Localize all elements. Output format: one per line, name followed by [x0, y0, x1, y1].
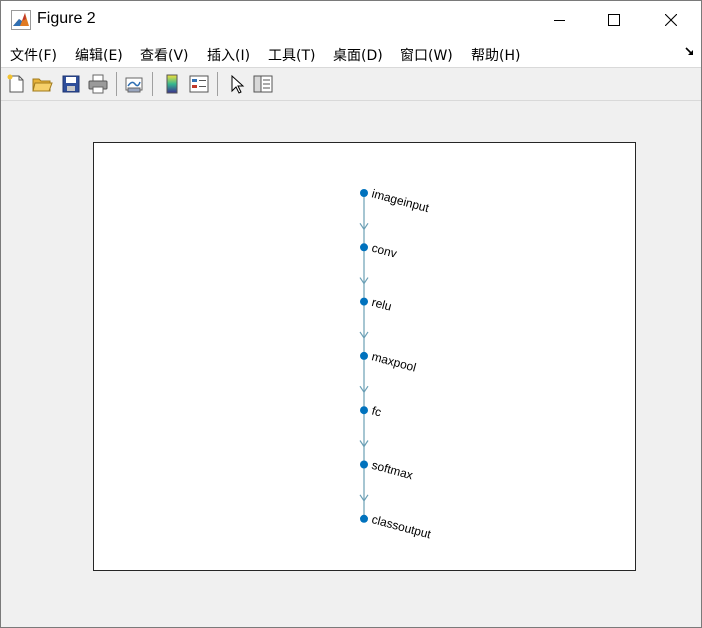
minimize-icon [554, 20, 565, 21]
minimize-button[interactable] [537, 1, 583, 39]
menu-help[interactable]: 帮助(H) [471, 45, 520, 65]
figure-toolbar [1, 68, 701, 101]
menu-window[interactable]: 窗口(W) [400, 45, 453, 65]
close-button[interactable] [648, 1, 694, 39]
title-bar[interactable]: Figure 2 [1, 1, 701, 39]
node-imageinput[interactable] [360, 189, 368, 197]
print-icon[interactable] [87, 73, 109, 95]
save-icon[interactable] [60, 73, 82, 95]
colorbar-icon[interactable] [161, 73, 183, 95]
node-label-conv: conv [370, 241, 398, 261]
legend-icon[interactable] [188, 73, 210, 95]
layer-graph: imageinput conv relu maxpool fc softmax classo… [359, 186, 433, 542]
node-fc[interactable] [360, 406, 368, 415]
node-label-softmax: softmax [370, 458, 414, 482]
maximize-button[interactable] [591, 1, 637, 39]
property-editor-icon[interactable] [252, 73, 274, 95]
menu-edit[interactable]: 编辑(E) [75, 45, 123, 65]
menu-insert[interactable]: 插入(I) [207, 45, 250, 65]
maximize-icon [608, 14, 620, 26]
node-relu[interactable] [360, 297, 368, 306]
toolbar-separator [152, 72, 153, 96]
menu-desktop[interactable]: 桌面(D) [333, 45, 383, 65]
menu-tools[interactable]: 工具(T) [268, 45, 315, 65]
open-file-icon[interactable] [31, 73, 53, 95]
menu-bar: 文件(F) 编辑(E) 查看(V) 插入(I) 工具(T) 桌面(D) 窗口(W… [1, 39, 701, 68]
node-label-maxpool: maxpool [370, 349, 417, 374]
node-label-classoutput: classoutput [370, 512, 433, 541]
pointer-icon[interactable] [226, 73, 248, 95]
node-label-relu: relu [370, 295, 393, 314]
window-title: Figure 2 [37, 10, 96, 27]
node-classoutput[interactable] [360, 514, 368, 523]
figure-window: Figure 2 文件(F) 编辑(E) 查看(V) 插入(I) 工具(T) 桌… [0, 0, 702, 628]
toolbar-separator [217, 72, 218, 96]
close-icon [665, 14, 677, 26]
node-maxpool[interactable] [360, 351, 368, 360]
matlab-icon [11, 10, 31, 30]
plot-axes[interactable]: imageinput conv relu maxpool fc softmax classo… [93, 142, 636, 571]
node-label-fc: fc [370, 404, 383, 420]
node-softmax[interactable] [360, 460, 368, 469]
node-label-imageinput: imageinput [370, 186, 431, 215]
menu-file[interactable]: 文件(F) [10, 45, 57, 65]
dock-figure-icon[interactable] [685, 47, 695, 57]
node-conv[interactable] [360, 243, 368, 252]
toolbar-separator [116, 72, 117, 96]
menu-view[interactable]: 查看(V) [140, 45, 189, 65]
link-plot-icon[interactable] [123, 73, 145, 95]
new-figure-icon[interactable] [5, 73, 27, 95]
